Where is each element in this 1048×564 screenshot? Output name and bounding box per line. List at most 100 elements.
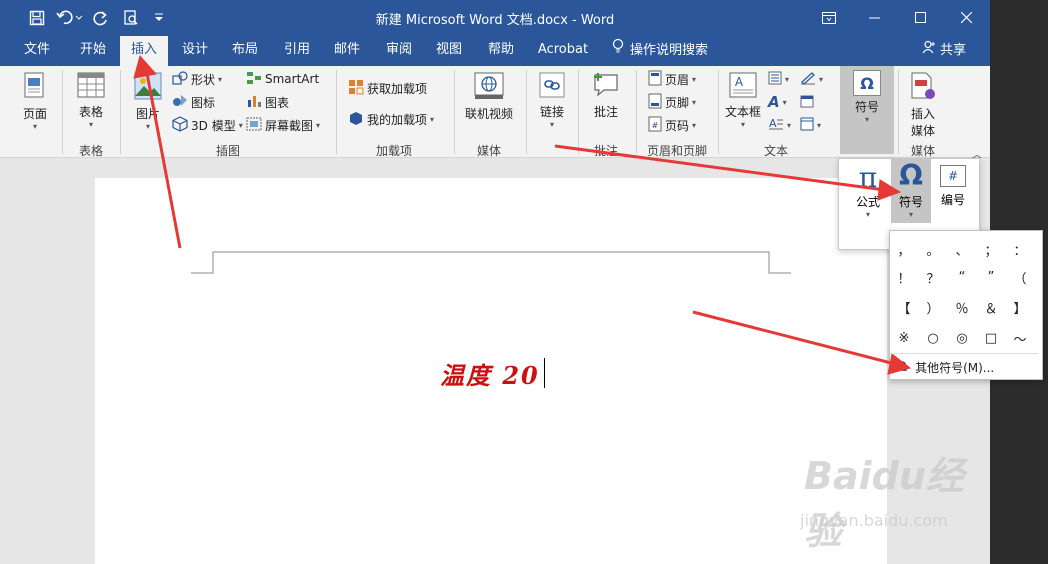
tab-references[interactable]: 引用: [274, 36, 320, 66]
footer-button[interactable]: 页脚 ▾: [648, 91, 696, 113]
page-icon: [14, 72, 56, 103]
share-button[interactable]: 共享: [922, 36, 978, 66]
symbols-button[interactable]: Ω 符号 ▾: [840, 66, 894, 154]
header-button[interactable]: 页眉 ▾: [648, 68, 696, 90]
document-text[interactable]: 温度 20: [440, 356, 540, 391]
symbol-cell[interactable]: 。: [919, 235, 947, 263]
object-button[interactable]: ▾: [800, 114, 821, 136]
signature-line-button[interactable]: ▾: [800, 68, 823, 90]
symbol-cell[interactable]: ！: [890, 263, 918, 291]
page-number-label: 页码: [665, 118, 690, 133]
watermark-brand: Baidu经验: [804, 454, 964, 553]
pages-button[interactable]: 页面 ▾: [14, 68, 56, 131]
text-cursor: [544, 358, 545, 388]
3d-models-button[interactable]: 3D 模型 ▾: [172, 114, 243, 136]
drop-cap-button[interactable]: A ▾: [768, 114, 791, 136]
symbol-cell[interactable]: （: [1006, 263, 1034, 291]
quick-parts-button[interactable]: ▾: [768, 68, 789, 90]
equation-label: 公式: [855, 195, 880, 209]
symbol-cell[interactable]: □: [977, 324, 1005, 352]
symbol-cell[interactable]: ＆: [977, 293, 1005, 321]
symbol-cell[interactable]: ○: [919, 324, 947, 352]
tab-acrobat[interactable]: Acrobat: [532, 36, 594, 66]
drop-cap-icon: A: [768, 117, 784, 134]
tell-me-search[interactable]: 操作说明搜索: [612, 36, 722, 66]
wordart-button[interactable]: A ▾: [768, 91, 787, 113]
group-divider: [526, 70, 527, 154]
symbol-cell[interactable]: 、: [948, 235, 976, 263]
chevron-down-icon: ▾: [865, 210, 870, 219]
picture-label: 图片: [135, 107, 160, 121]
symbol-cell[interactable]: ～: [1006, 324, 1034, 352]
number-button[interactable]: # 编号: [933, 165, 973, 208]
cube-icon: [172, 115, 188, 135]
group-divider: [636, 70, 637, 154]
tab-mailings[interactable]: 邮件: [324, 36, 370, 66]
tab-view[interactable]: 视图: [426, 36, 472, 66]
comment-button[interactable]: 批注: [586, 68, 626, 120]
picture-button[interactable]: 图片 ▾: [128, 68, 168, 131]
chevron-down-icon: ▾: [692, 74, 697, 84]
shapes-icon: [172, 70, 188, 88]
symbol-cell[interactable]: ％: [948, 293, 976, 321]
3d-models-label: 3D 模型: [191, 118, 236, 133]
tab-review[interactable]: 审阅: [376, 36, 422, 66]
store-icon: [348, 79, 364, 98]
tab-help[interactable]: 帮助: [478, 36, 524, 66]
signature-icon: [800, 71, 816, 88]
symbol-cell[interactable]: ）: [919, 293, 947, 321]
symbol-cell[interactable]: ※: [890, 324, 918, 352]
symbol-cell[interactable]: ；: [977, 235, 1005, 263]
link-button[interactable]: 链接 ▾: [532, 68, 572, 129]
textbox-button[interactable]: A 文本框 ▾: [722, 68, 764, 129]
tab-insert[interactable]: 插入: [120, 36, 168, 66]
group-label-header-footer: 页眉和页脚: [646, 144, 707, 158]
symbol-cell[interactable]: 】: [1006, 293, 1034, 321]
tab-layout[interactable]: 布局: [222, 36, 268, 66]
pages-label: 页面: [22, 107, 47, 121]
get-addins-button[interactable]: 获取加载项: [348, 77, 427, 99]
chevron-down-icon: ▾: [692, 120, 697, 130]
tab-file[interactable]: 文件: [14, 36, 60, 66]
symbol-cell[interactable]: 【: [890, 293, 918, 321]
symbol-cell[interactable]: ，: [890, 235, 918, 263]
pi-icon: π: [858, 161, 878, 194]
tab-home[interactable]: 开始: [70, 36, 116, 66]
chevron-down-icon: ▾: [145, 122, 150, 131]
symbol-cell[interactable]: ”: [977, 263, 1005, 291]
smartart-button[interactable]: SmartArt: [246, 68, 319, 90]
my-addins-button[interactable]: 我的加载项 ▾: [348, 108, 434, 130]
document-page[interactable]: 温度 20: [95, 178, 887, 564]
group-divider: [718, 70, 719, 154]
group-divider: [62, 70, 63, 154]
maximize-icon[interactable]: [898, 0, 944, 36]
symbol-cell[interactable]: ：: [1006, 235, 1034, 263]
equation-button[interactable]: π 公式 ▾: [847, 161, 889, 220]
symbol-cell[interactable]: ？: [919, 263, 947, 291]
group-label-media2: 媒体: [910, 144, 935, 158]
icons-button[interactable]: 图标: [172, 91, 215, 113]
table-button[interactable]: 表格 ▾: [70, 68, 112, 129]
online-video-button[interactable]: 联机视频: [460, 68, 518, 122]
chevron-down-icon: ▾: [817, 120, 822, 130]
number-label: 编号: [940, 193, 965, 207]
page-number-button[interactable]: # 页码 ▾: [648, 114, 696, 136]
chart-button[interactable]: 图表: [246, 91, 289, 113]
symbol-cell[interactable]: “: [948, 263, 976, 291]
more-symbols-menu-item[interactable]: Ω 其他符号(M)...: [896, 356, 994, 378]
close-icon[interactable]: [944, 0, 990, 36]
ribbon-display-icon[interactable]: [806, 0, 852, 36]
insert-media-button[interactable]: 插入 媒体: [902, 68, 944, 139]
lightbulb-icon: [612, 37, 624, 65]
group-divider: [578, 70, 579, 154]
symbol-cell[interactable]: ◎: [948, 324, 976, 352]
tab-design[interactable]: 设计: [172, 36, 218, 66]
screenshot-button[interactable]: 屏幕截图 ▾: [246, 114, 320, 136]
shapes-button[interactable]: 形状 ▾: [172, 68, 222, 90]
chevron-down-icon: ▾: [88, 120, 93, 129]
symbol-button[interactable]: Ω 符号 ▾: [891, 159, 931, 223]
ribbon-tabs: 文件 开始 插入 设计 布局 引用 邮件 审阅 视图 帮助 Acrobat 操作…: [0, 36, 990, 66]
minimize-icon[interactable]: [852, 0, 898, 36]
date-time-button[interactable]: [800, 91, 814, 113]
video-icon: [460, 72, 518, 103]
